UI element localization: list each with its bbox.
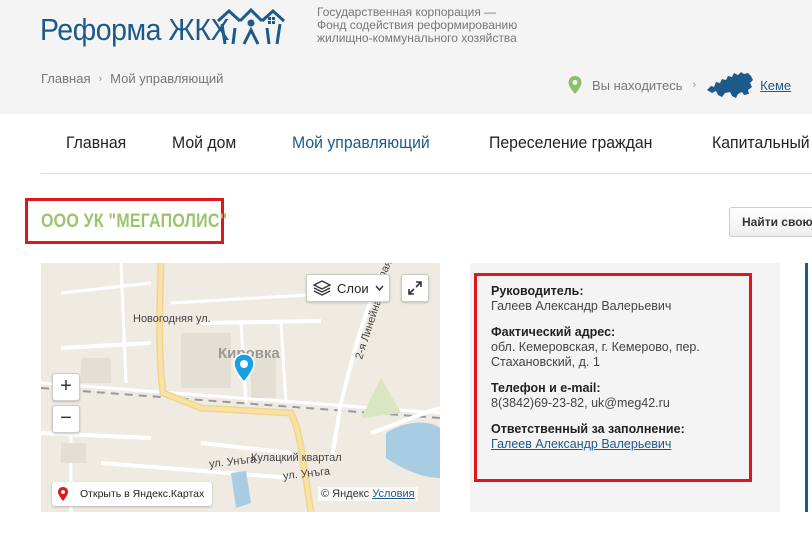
map-marker-icon[interactable]	[232, 353, 256, 383]
nav-item-capital-repair[interactable]: Капитальный р	[712, 133, 812, 153]
find-your-button[interactable]: Найти свою	[729, 207, 812, 237]
location-selector: Вы находитесь › Кеме	[568, 70, 791, 100]
breadcrumb-current: Мой управляющий	[110, 71, 224, 86]
main-nav: Главная Мой дом Мой управляющий Переселе…	[41, 116, 812, 174]
chevron-down-icon	[375, 285, 384, 291]
breadcrumb-separator-icon: ›	[98, 72, 103, 85]
corporation-line-3: жилищно-коммунального хозяйства	[317, 31, 517, 45]
location-pin-icon	[568, 76, 582, 94]
open-in-yandex-maps-link[interactable]: Открыть в Яндекс.Картах	[52, 482, 213, 506]
expand-icon	[408, 281, 422, 295]
contact-label: Телефон и e-mail:	[491, 381, 601, 395]
map-layers-label: Слои	[337, 280, 369, 296]
yandex-pin-icon	[58, 487, 68, 501]
map-layers-button[interactable]: Слои	[306, 274, 390, 302]
logo-houses-icon[interactable]	[213, 6, 289, 48]
org-title: ООО УК "МЕГАПОЛИС"	[41, 211, 228, 232]
street-label: Новогодняя ул.	[133, 313, 211, 325]
address-label: Фактический адрес:	[491, 325, 616, 339]
responsible-label: Ответственный за заполнение:	[491, 422, 685, 436]
logo-text[interactable]: Реформа ЖКХ	[40, 12, 230, 48]
breadcrumb-home[interactable]: Главная	[41, 71, 90, 86]
contact-value: 8(3842)69-23-82, uk@meg42.ru	[491, 396, 670, 410]
nav-item-my-manager[interactable]: Мой управляющий	[292, 133, 430, 153]
responsible-link[interactable]: Галеев Александр Валерьевич	[491, 437, 671, 451]
map-terms-link[interactable]: Условия	[372, 488, 414, 500]
location-separator-icon: ›	[692, 79, 697, 91]
street-label: Кулацкий квартал	[251, 452, 342, 464]
russia-map-icon[interactable]	[706, 70, 754, 100]
nav-item-resettlement[interactable]: Переселение граждан	[489, 133, 652, 153]
layers-icon	[313, 280, 331, 296]
nav-item-home[interactable]: Главная	[66, 133, 126, 153]
site-header: Реформа ЖКХ Государственная корпорация —…	[0, 0, 812, 114]
location-label: Вы находитесь	[592, 77, 683, 93]
breadcrumb: Главная › Мой управляющий	[41, 71, 223, 86]
copyright-text: © Яндекс	[321, 488, 370, 500]
manager-label: Руководитель:	[491, 284, 584, 298]
manager-value: Галеев Александр Валерьевич	[491, 299, 672, 313]
map-zoom-out-button[interactable]: −	[52, 405, 80, 433]
location-region-link[interactable]: Кеме	[760, 78, 791, 93]
map-copyright: © Яндекс Условия	[318, 487, 418, 501]
yandex-map[interactable]: Новогодняя ул. 2-я Линейная ул. Кулацкий…	[41, 263, 440, 512]
nav-item-my-house[interactable]: Мой дом	[172, 133, 236, 153]
info-content: Руководитель: Галеев Александр Валерьеви…	[491, 284, 741, 452]
map-fullscreen-button[interactable]	[401, 274, 429, 302]
corporation-description: Государственная корпорация — Фонд содейс…	[317, 6, 517, 45]
map-zoom-in-button[interactable]: +	[52, 373, 80, 401]
right-edge-strip	[805, 263, 808, 512]
open-in-yandex-maps-label: Открыть в Яндекс.Картах	[80, 488, 205, 500]
address-value: обл. Кемеровская, г. Кемерово, пер. Стах…	[491, 340, 700, 369]
